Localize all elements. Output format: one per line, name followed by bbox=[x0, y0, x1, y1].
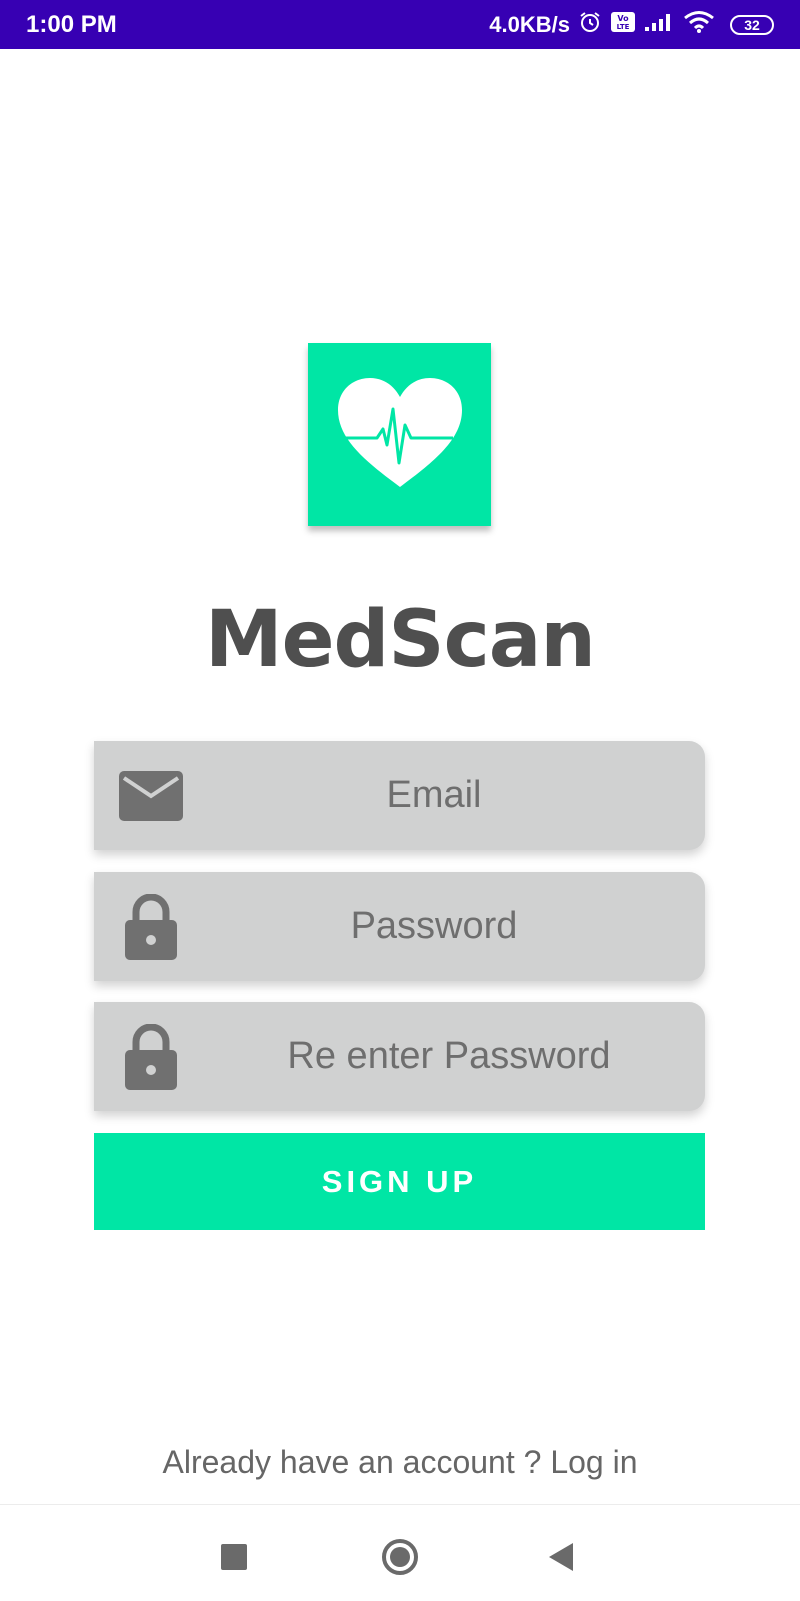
status-time: 1:00 PM bbox=[26, 10, 117, 38]
recents-icon bbox=[221, 1544, 247, 1570]
back-button[interactable] bbox=[534, 1529, 590, 1585]
app-logo bbox=[308, 343, 491, 526]
recents-button[interactable] bbox=[206, 1529, 262, 1585]
volte-icon: Vo LTE bbox=[610, 10, 636, 39]
back-icon bbox=[549, 1543, 573, 1571]
reenter-password-field[interactable] bbox=[94, 1002, 705, 1111]
signup-button[interactable]: SIGN UP bbox=[94, 1133, 705, 1230]
alarm-icon bbox=[578, 10, 602, 39]
password-input[interactable] bbox=[194, 872, 674, 981]
home-icon bbox=[382, 1539, 418, 1575]
app-title: MedScan bbox=[205, 595, 596, 685]
battery-icon: 32 bbox=[730, 14, 774, 35]
status-bar: 1:00 PM 4.0KB/s Vo LTE 32 bbox=[0, 0, 800, 49]
svg-text:Vo: Vo bbox=[617, 14, 629, 23]
password-field[interactable] bbox=[94, 872, 705, 981]
email-field[interactable] bbox=[94, 741, 705, 850]
heart-pulse-icon bbox=[337, 377, 462, 487]
email-input[interactable] bbox=[194, 741, 674, 850]
home-button[interactable] bbox=[372, 1529, 428, 1585]
login-link[interactable]: Already have an account ? Log in bbox=[0, 1444, 800, 1481]
nav-bar bbox=[0, 1504, 800, 1601]
lock-icon bbox=[116, 1002, 186, 1111]
status-icons: 4.0KB/s Vo LTE 32 bbox=[489, 10, 774, 39]
lock-icon bbox=[116, 872, 186, 981]
network-speed: 4.0KB/s bbox=[489, 11, 570, 37]
reenter-password-input[interactable] bbox=[204, 1002, 694, 1111]
wifi-icon bbox=[682, 10, 716, 39]
signal-icon bbox=[644, 11, 674, 38]
svg-text:LTE: LTE bbox=[617, 23, 630, 31]
email-icon bbox=[116, 741, 186, 850]
